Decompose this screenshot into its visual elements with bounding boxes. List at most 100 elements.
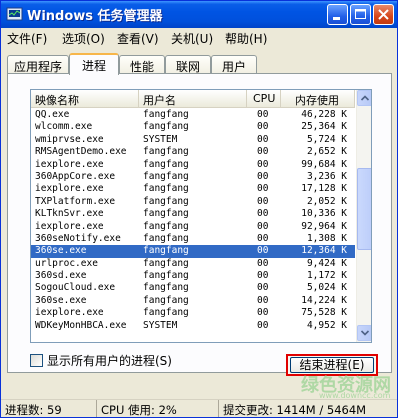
- table-row[interactable]: iexplore.exe fangfang 00 92,964 K: [31, 221, 355, 233]
- menu-view[interactable]: 查看(V): [117, 30, 159, 47]
- chevron-up-icon: [360, 95, 370, 101]
- row-image-name: QQ.exe: [35, 109, 70, 120]
- row-memory: 5,024 K: [306, 282, 347, 294]
- row-image-name: iexplore.exe: [35, 220, 104, 232]
- row-cpu: 00: [257, 133, 269, 145]
- tab-networking[interactable]: 联网: [165, 55, 211, 74]
- row-image-name: 360se.exe: [35, 294, 87, 306]
- table-row[interactable]: wlcomm.exe fangfang 00 25,364 K: [31, 121, 355, 133]
- row-image-name: wmiprvse.exe: [35, 133, 104, 145]
- row-user-name: SYSTEM: [143, 133, 178, 145]
- process-rows: QQ.exe fangfang 00 46,228 K wlcomm.exe fangfa…: [31, 109, 355, 332]
- title-bar[interactable]: Windows 任务管理器: [1, 1, 397, 28]
- table-row[interactable]: KLTknSvr.exe fangfang 00 10,336 K: [31, 208, 355, 220]
- row-cpu: 00: [257, 232, 269, 244]
- row-image-name: 360sd.exe: [35, 270, 87, 282]
- row-user-name: fangfang: [143, 183, 189, 195]
- row-memory: 12,364 K: [301, 245, 347, 257]
- row-cpu: 00: [257, 282, 269, 294]
- scroll-down-button[interactable]: [357, 325, 371, 341]
- table-row[interactable]: iexplore.exe fangfang 00 75,528 K: [31, 307, 355, 319]
- row-user-name: fangfang: [143, 270, 189, 282]
- window-title: Windows 任务管理器: [27, 9, 163, 24]
- tab-applications[interactable]: 应用程序: [7, 55, 69, 74]
- close-button[interactable]: [373, 4, 394, 25]
- row-cpu: 00: [257, 270, 269, 282]
- row-memory: 46,228 K: [301, 109, 347, 120]
- row-cpu: 00: [257, 158, 269, 170]
- scroll-thumb[interactable]: [357, 168, 371, 250]
- row-memory: 9,424 K: [306, 257, 347, 269]
- row-user-name: fangfang: [143, 245, 189, 257]
- row-user-name: fangfang: [143, 232, 189, 244]
- table-row[interactable]: SogouCloud.exe fangfang 00 5,024 K: [31, 282, 355, 294]
- process-list[interactable]: 映像名称 用户名 CPU 内存使用 QQ.exe fangfang 00 46,228…: [30, 89, 372, 343]
- row-user-name: fangfang: [143, 282, 189, 294]
- status-process-count: 进程数: 59: [1, 400, 97, 417]
- column-image-name[interactable]: 映像名称: [31, 90, 139, 108]
- row-user-name: fangfang: [143, 170, 189, 182]
- tab-users[interactable]: 用户: [211, 55, 257, 74]
- list-header: 映像名称 用户名 CPU 内存使用: [31, 90, 355, 108]
- row-user-name: fangfang: [143, 146, 189, 158]
- tab-strip: 应用程序 进程 性能 联网 用户: [7, 53, 391, 75]
- vertical-scrollbar[interactable]: [356, 90, 371, 342]
- column-memory[interactable]: 内存使用: [281, 90, 355, 108]
- menu-options[interactable]: 选项(O): [62, 30, 105, 47]
- row-memory: 2,052 K: [306, 195, 347, 207]
- table-row[interactable]: QQ.exe fangfang 00 46,228 K: [31, 109, 355, 121]
- row-image-name: iexplore.exe: [35, 183, 104, 195]
- row-memory: 1,308 K: [306, 232, 347, 244]
- table-row[interactable]: RMSAgentDemo.exe fangfang 00 2,652 K: [31, 146, 355, 158]
- table-row[interactable]: 360seNotify.exe fangfang 00 1,308 K: [31, 233, 355, 245]
- row-user-name: fangfang: [143, 294, 189, 306]
- scroll-up-button[interactable]: [357, 90, 371, 106]
- row-cpu: 00: [257, 183, 269, 195]
- row-image-name: iexplore.exe: [35, 307, 104, 319]
- row-user-name: SYSTEM: [143, 319, 178, 331]
- table-row[interactable]: TXPlatform.exe fangfang 00 2,052 K: [31, 196, 355, 208]
- table-row[interactable]: iexplore.exe fangfang 00 17,128 K: [31, 183, 355, 195]
- row-user-name: fangfang: [143, 220, 189, 232]
- row-cpu: 00: [257, 294, 269, 306]
- table-row[interactable]: wmiprvse.exe SYSTEM 00 5,724 K: [31, 134, 355, 146]
- row-image-name: wlcomm.exe: [35, 121, 93, 133]
- row-memory: 25,364 K: [301, 121, 347, 133]
- row-image-name: urlproc.exe: [35, 257, 98, 269]
- table-row[interactable]: WDKeyMonHBCA.exe SYSTEM 00 4,952 K: [31, 320, 355, 332]
- close-icon: [378, 9, 389, 20]
- row-memory: 1,172 K: [306, 270, 347, 282]
- maximize-button[interactable]: [350, 4, 371, 25]
- row-memory: 17,128 K: [301, 183, 347, 195]
- menu-help[interactable]: 帮助(H): [225, 30, 267, 47]
- menu-file[interactable]: 文件(F): [7, 30, 47, 47]
- maximize-icon: [355, 9, 366, 19]
- row-user-name: fangfang: [143, 307, 189, 319]
- row-memory: 10,336 K: [301, 208, 347, 220]
- row-user-name: fangfang: [143, 195, 189, 207]
- row-memory: 92,964 K: [301, 220, 347, 232]
- row-image-name: 360se.exe: [35, 245, 87, 257]
- row-image-name: SogouCloud.exe: [35, 282, 116, 294]
- tab-performance[interactable]: 性能: [119, 55, 165, 74]
- table-row[interactable]: 360se.exe fangfang 00 14,224 K: [31, 295, 355, 307]
- table-row[interactable]: urlproc.exe fangfang 00 9,424 K: [31, 258, 355, 270]
- row-cpu: 00: [257, 245, 269, 257]
- status-commit-charge: 提交更改: 1414M / 5464M: [223, 403, 367, 417]
- row-cpu: 00: [257, 170, 269, 182]
- column-cpu[interactable]: CPU: [247, 90, 281, 108]
- tab-processes[interactable]: 进程: [69, 53, 119, 75]
- table-row[interactable]: 360AppCore.exe fangfang 00 3,236 K: [31, 171, 355, 183]
- row-memory: 75,528 K: [301, 307, 347, 319]
- table-row[interactable]: iexplore.exe fangfang 00 99,684 K: [31, 159, 355, 171]
- row-image-name: 360seNotify.exe: [35, 232, 121, 244]
- checkbox-box[interactable]: [30, 354, 43, 367]
- menu-shutdown[interactable]: 关机(U): [171, 30, 213, 47]
- table-row[interactable]: 360se.exe fangfang 00 12,364 K: [31, 245, 355, 258]
- minimize-button[interactable]: [327, 4, 348, 25]
- column-user-name[interactable]: 用户名: [139, 90, 247, 108]
- row-image-name: RMSAgentDemo.exe: [35, 146, 127, 158]
- row-cpu: 00: [257, 146, 269, 158]
- table-row[interactable]: 360sd.exe fangfang 00 1,172 K: [31, 270, 355, 282]
- row-cpu: 00: [257, 307, 269, 319]
